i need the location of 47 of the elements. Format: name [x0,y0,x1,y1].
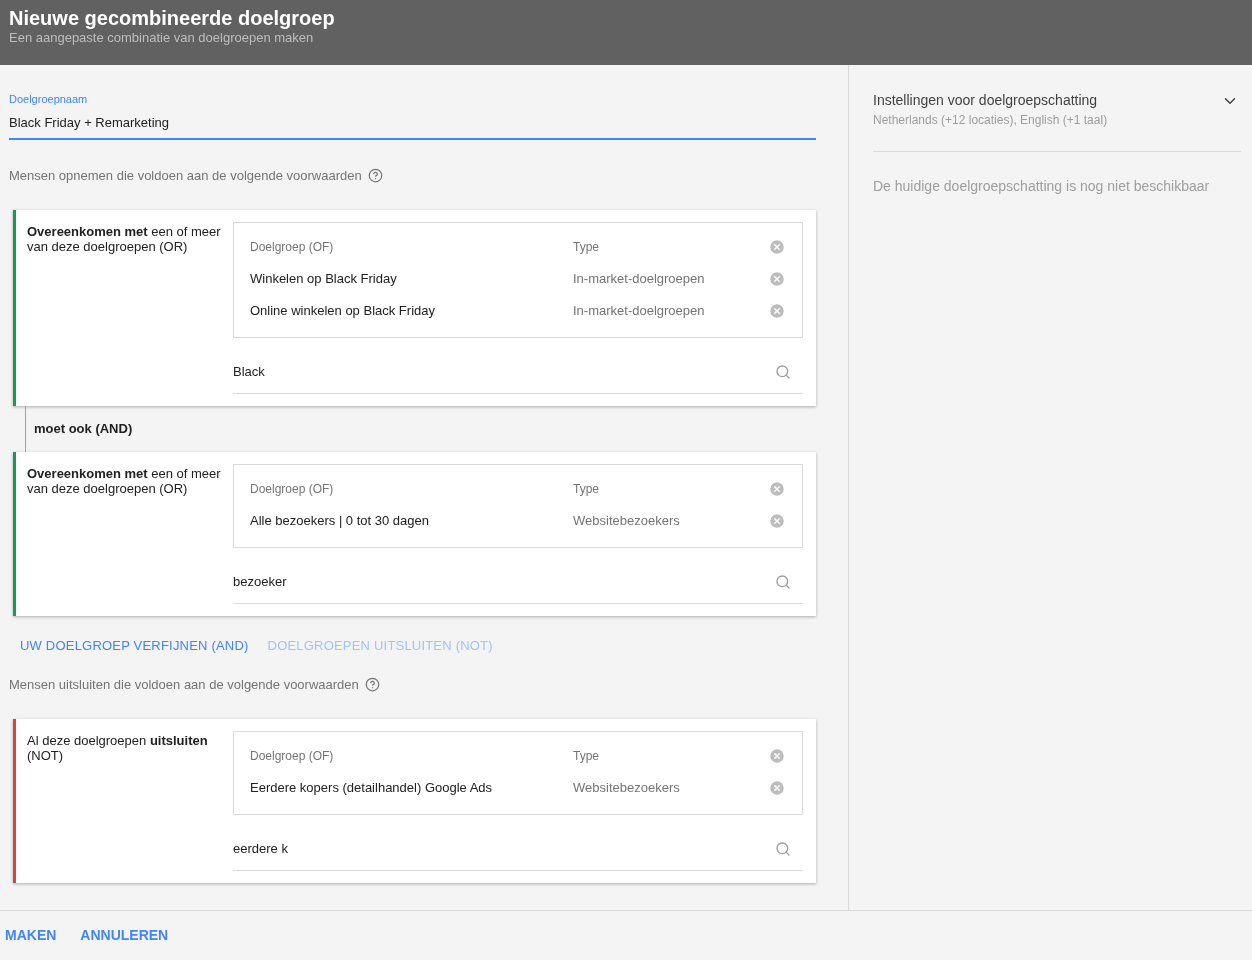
estimate-title: Instellingen voor doelgroepschatting [873,91,1099,110]
group-description: Overeenkomen met een of meer van deze doelgroepen (OR) [27,223,221,254]
estimate-subtitle: Netherlands (+12 locaties), English (+1 taal) [873,112,1109,129]
table-cell-text: In-market-doelgroepen [573,301,706,320]
audience-name-field[interactable]: Doelgroepnaam Black Friday + Remarketing [9,91,816,140]
group-description: Overeenkomen met een of meer van deze doelgroepen (OR) [27,465,221,496]
table-cell-text: Online winkelen op Black Friday [250,301,436,320]
search-value: bezoeker [233,573,288,592]
search-icon[interactable] [775,841,791,857]
column-header: Type [573,238,600,256]
search-value: eerdere k [233,840,289,859]
clear-all-icon[interactable] [768,479,786,498]
table-cell-text: Eerdere kopers (detailhandel) Google Ads [250,778,494,797]
search-field[interactable]: bezoeker [233,561,803,604]
section-heading: Mensen uitsluiten die voldoen aan de volgende voorwaarden [9,676,359,694]
search-icon[interactable] [775,364,791,380]
table-cell-text: Alle bezoekers | 0 tot 30 dagen [250,511,430,530]
remove-icon[interactable] [768,301,786,320]
page-subtitle: Een aangepaste combinatie van doelgroepen maken [9,30,315,46]
column-header: Doelgroep (OF) [250,747,335,765]
search-icon[interactable] [775,574,791,590]
connector-label: moet ook (AND) [34,419,133,438]
section-heading: Mensen opnemen die voldoen aan de volgende voorwaarden [9,167,362,185]
group-description: Al deze doelgroepen uitsluiten (NOT) [27,732,208,763]
column-header: Doelgroep (OF) [250,238,335,256]
help-icon[interactable] [364,677,380,693]
column-header: Doelgroep (OF) [250,480,335,498]
clear-all-icon[interactable] [768,237,786,256]
column-header: Type [573,747,600,765]
estimate-message: De huidige doelgroepschatting is nog niet beschikbaar [873,177,1211,196]
field-label: Doelgroepnaam [9,92,89,107]
search-field[interactable]: Black [233,351,803,394]
field-value: Black Friday + Remarketing [9,113,171,132]
table-cell-text: In-market-doelgroepen [573,269,706,288]
table-cell-text: Websitebezoekers [573,778,681,797]
help-icon[interactable] [367,168,383,184]
column-header: Type [573,480,600,498]
remove-icon[interactable] [768,778,786,797]
clear-all-icon[interactable] [768,746,786,765]
table-cell-text: Winkelen op Black Friday [250,269,398,288]
remove-icon[interactable] [768,269,786,288]
page-title: Nieuwe gecombineerde doelgroep [9,6,336,30]
search-field[interactable]: eerdere k [233,828,803,871]
table-cell-text: Websitebezoekers [573,511,681,530]
estimate-settings-header[interactable]: Instellingen voor doelgroepschatting Netherlands (+12 locaties), English (+1 taal) [873,90,1241,152]
remove-icon[interactable] [768,511,786,530]
search-value: Black [233,363,266,382]
